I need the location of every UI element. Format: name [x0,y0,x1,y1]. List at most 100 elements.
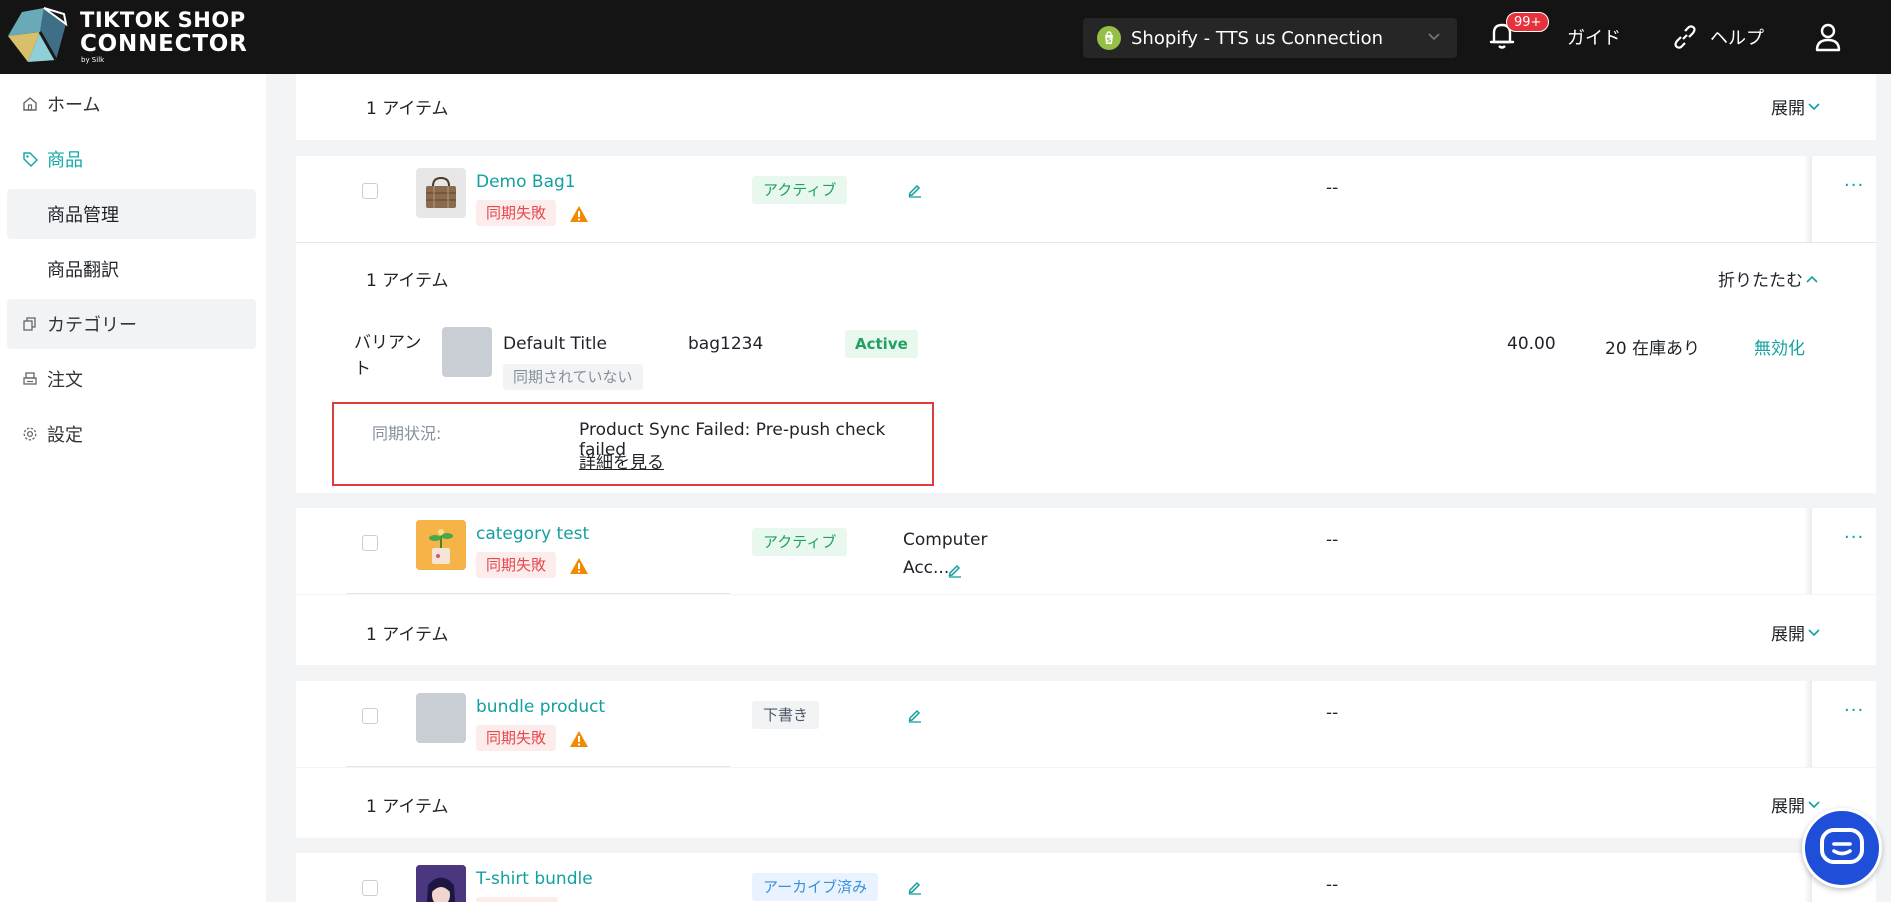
sync-failed-tag: 同期失敗 [476,552,557,578]
edit-icon[interactable] [907,879,923,895]
variant-title: Default Title [503,334,607,354]
collapse-toggle[interactable]: 折りたたむ [1718,266,1818,291]
price-value: -- [1326,703,1339,723]
more-actions-button[interactable]: ··· [1844,175,1864,196]
shopify-icon: S [1097,26,1121,50]
sidebar-item-settings[interactable]: 設定 [7,409,256,459]
sidebar-item-label: 設定 [47,425,83,446]
warning-icon[interactable] [569,730,589,748]
expand-toggle[interactable]: 展開 [1771,792,1820,817]
edit-icon[interactable] [907,182,923,198]
variant-stock: 20 在庫あり [1605,339,1701,359]
sidebar-item-home[interactable]: ホーム [7,79,256,129]
product-card: category test 同期失敗 アクティブ Computer Acc...… [296,508,1876,594]
more-actions-button[interactable]: ··· [1844,527,1864,548]
help-link[interactable]: ヘルプ [1710,24,1764,50]
warning-icon[interactable] [569,557,589,575]
product-thumbnail[interactable] [416,865,466,902]
sidebar-item-label: 注文 [47,370,83,391]
variant-status-badge: Active [845,330,918,358]
sidebar-item-products[interactable]: 商品 [7,134,256,184]
character-image-icon [416,865,466,902]
row-checkbox[interactable] [362,535,378,551]
logo-line3: by Silk [81,56,105,64]
product-name-link[interactable]: category test [476,524,589,544]
product-name-link[interactable]: Demo Bag1 [476,172,576,192]
product-name-link[interactable]: T-shirt bundle [476,869,593,889]
connection-select[interactable]: S Shopify - TTS us Connection [1083,18,1457,58]
product-thumbnail[interactable] [416,520,466,570]
gear-icon [21,425,39,443]
group-title: 1 アイテム [366,271,449,291]
expand-toggle[interactable]: 展開 [1771,94,1820,119]
top-header: TIKTOK SHOP CONNECTOR by Silk S Shopify … [0,0,1891,74]
sidebar-item-label: 商品 [47,150,83,171]
connection-label: Shopify - TTS us Connection [1131,27,1384,49]
edit-icon[interactable] [947,562,963,578]
sync-failed-tag: 同期失敗 [476,200,557,226]
sync-status-highlight: 同期状況: Product Sync Failed: Pre-push chec… [332,402,934,486]
edit-icon[interactable] [907,707,923,723]
sidebar-item-orders[interactable]: 注文 [7,354,256,404]
product-thumbnail[interactable] [416,168,466,218]
status-badge: 下書き [752,701,820,729]
link-icon [1674,25,1696,49]
user-icon[interactable] [1814,22,1842,52]
view-details-link[interactable]: 詳細を見る [579,448,664,473]
status-badge: アクティブ [752,528,848,556]
sidebar-item-product-translation[interactable]: 商品翻訳 [7,244,256,294]
category-name-truncated: Acc... [903,558,950,578]
row-checkbox[interactable] [362,880,378,896]
chat-support-button[interactable] [1802,808,1882,888]
sidebar-item-label: カテゴリー [47,315,137,336]
logo-mark-icon [8,7,68,62]
price-value: -- [1326,530,1339,550]
logo-line2: CONNECTOR [80,31,248,57]
logo[interactable]: TIKTOK SHOP CONNECTOR by Silk [4,6,248,66]
status-badge: アクティブ [752,176,848,204]
product-name-link[interactable]: bundle product [476,697,605,717]
svg-text:S: S [1106,37,1111,45]
chevron-down-icon [1428,33,1440,41]
more-actions-button[interactable]: ··· [1844,700,1864,721]
group-title: 1 アイテム [366,625,449,645]
guide-link[interactable]: ガイド [1567,24,1621,50]
warning-icon[interactable] [569,205,589,223]
product-card: T-shirt bundle アーカイブ済み -- [296,853,1876,902]
sidebar-item-product-management[interactable]: 商品管理 [7,189,256,239]
product-card: bundle product 同期失敗 下書き -- ··· [296,681,1876,767]
category-name: Computer [903,530,988,550]
chevron-down-icon [1808,628,1820,636]
group-header: 1 アイテム 展開 [296,74,1876,140]
sync-status-label: 同期状況: [372,424,442,443]
variant-label: バリアント [354,333,422,379]
sidebar: ホーム 商品 商品管理 商品翻訳 カテゴリー 注文 設定 [0,74,266,902]
home-icon [21,95,39,113]
variant-sku: bag1234 [688,334,764,354]
sidebar-item-category[interactable]: カテゴリー [7,299,256,349]
row-checkbox[interactable] [362,708,378,724]
sync-tag-clipped [476,897,558,902]
copy-icon [21,315,39,333]
variant-thumbnail [442,327,492,377]
group-header: 1 アイテム 展開 [296,768,1876,838]
price-value: -- [1326,875,1339,895]
sync-failed-tag: 同期失敗 [476,725,557,751]
product-thumbnail[interactable] [416,693,466,743]
chat-icon [1820,828,1864,864]
chevron-down-icon [1808,800,1820,808]
group-title: 1 アイテム [366,797,449,817]
tag-icon [21,150,39,168]
row-checkbox[interactable] [362,183,378,199]
expand-toggle[interactable]: 展開 [1771,620,1820,645]
group-header: 1 アイテム 展開 [296,595,1876,665]
deactivate-link[interactable]: 無効化 [1754,334,1805,359]
chevron-up-icon [1806,275,1818,283]
sidebar-item-label: ホーム [47,95,101,116]
group-title: 1 アイテム [366,99,449,119]
printer-icon [21,370,39,388]
plant-image-icon [416,520,466,570]
price-value: -- [1326,178,1339,198]
sidebar-item-label: 商品翻訳 [47,260,119,281]
status-badge: アーカイブ済み [752,873,879,901]
